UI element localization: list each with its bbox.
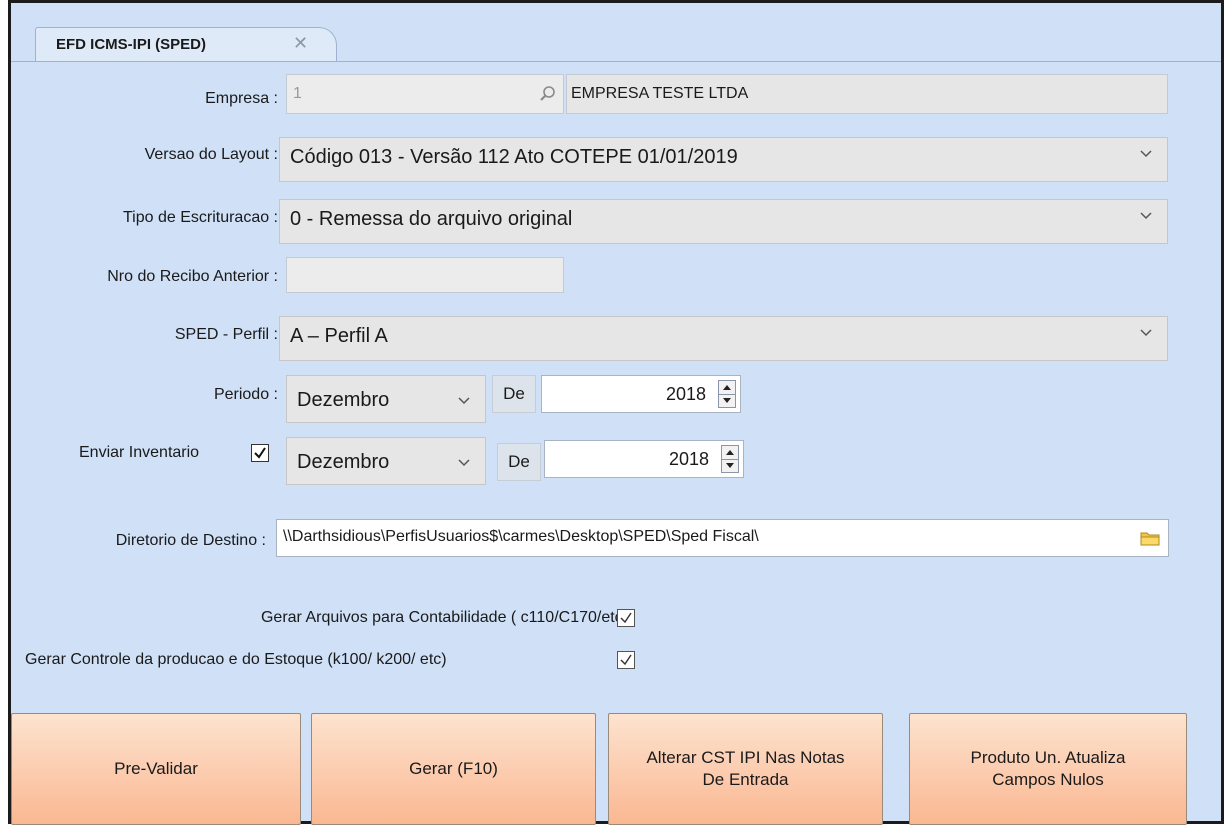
produto-atualiza-button[interactable]: Produto Un. Atualiza Campos Nulos — [909, 713, 1187, 825]
spin-up-icon[interactable] — [719, 381, 735, 395]
inventario-checkbox[interactable] — [251, 444, 269, 462]
inventario-de-label: De — [497, 443, 541, 481]
versao-select[interactable]: Código 013 - Versão 112 Ato COTEPE 01/01… — [279, 137, 1168, 182]
spin-down-icon[interactable] — [722, 459, 738, 472]
pre-validar-button[interactable]: Pre-Validar — [11, 713, 301, 825]
produto-label-line2: Campos Nulos — [992, 770, 1104, 789]
tab-label: EFD ICMS-IPI (SPED) — [56, 36, 207, 53]
versao-label: Versao do Layout : — [144, 146, 278, 163]
alterar-label-line1: Alterar CST IPI Nas Notas — [646, 748, 845, 767]
spin-up-icon[interactable] — [722, 446, 738, 460]
recibo-input[interactable] — [286, 257, 564, 293]
chevron-down-icon — [1140, 212, 1152, 220]
empresa-name-value: EMPRESA TESTE LTDA — [571, 85, 749, 102]
inventario-month-value: Dezembro — [297, 451, 390, 473]
diretorio-value: \\Darthsidious\PerfisUsuarios$\carmes\De… — [283, 528, 759, 545]
empresa-code-value: 1 — [293, 85, 302, 102]
gerar-label: Gerar (F10) — [409, 759, 498, 778]
contabilidade-checkbox[interactable] — [617, 609, 635, 627]
inventario-month-select[interactable]: Dezembro — [286, 437, 486, 485]
gerar-button[interactable]: Gerar (F10) — [311, 713, 596, 825]
periodo-month-value: Dezembro — [297, 389, 390, 411]
empresa-code-field[interactable]: 1 — [286, 74, 564, 114]
inventario-year-stepper[interactable]: 2018 — [544, 440, 744, 478]
diretorio-label: Diretorio de Destino : — [115, 532, 266, 549]
periodo-de-label: De — [492, 375, 536, 413]
checkbox-icon — [254, 447, 266, 459]
alterar-label-line2: De Entrada — [702, 770, 789, 789]
chevron-down-icon — [458, 459, 470, 467]
checkbox-icon — [620, 612, 632, 624]
tipo-select[interactable]: 0 - Remessa do arquivo original — [279, 199, 1168, 244]
tab-strip: EFD ICMS-IPI (SPED) ✕ — [11, 3, 1221, 62]
perfil-select[interactable]: A – Perfil A — [279, 316, 1168, 361]
perfil-label: SPED - Perfil : — [174, 326, 278, 343]
periodo-month-select[interactable]: Dezembro — [286, 375, 486, 423]
produto-label-line1: Produto Un. Atualiza — [970, 748, 1126, 767]
periodo-year-value: 2018 — [665, 384, 706, 404]
chevron-down-icon — [458, 397, 470, 405]
perfil-value: A – Perfil A — [290, 325, 388, 347]
producao-label: Gerar Controle da producao e do Estoque … — [25, 651, 447, 668]
chevron-down-icon — [1140, 150, 1152, 158]
year-spinner[interactable] — [721, 445, 739, 473]
producao-checkbox[interactable] — [617, 651, 635, 669]
inventario-year-value: 2018 — [668, 449, 709, 469]
spin-down-icon[interactable] — [719, 394, 735, 407]
diretorio-input[interactable]: \\Darthsidious\PerfisUsuarios$\carmes\De… — [276, 519, 1169, 557]
periodo-label: Periodo : — [213, 386, 278, 403]
pre-validar-label: Pre-Validar — [114, 759, 198, 778]
versao-value: Código 013 - Versão 112 Ato COTEPE 01/01… — [290, 146, 738, 168]
empresa-label: Empresa : — [205, 90, 278, 107]
year-spinner[interactable] — [718, 380, 736, 408]
chevron-down-icon — [1140, 329, 1152, 337]
folder-icon[interactable] — [1140, 529, 1160, 552]
search-icon[interactable] — [539, 85, 557, 108]
close-icon[interactable]: ✕ — [293, 33, 308, 54]
inventario-label: Enviar Inventario — [79, 444, 200, 461]
sped-window: EFD ICMS-IPI (SPED) ✕ Empresa : 1 EMPRES… — [8, 0, 1224, 825]
alterar-cst-ipi-button[interactable]: Alterar CST IPI Nas Notas De Entrada — [608, 713, 883, 825]
tab-efd-icms-ipi[interactable]: EFD ICMS-IPI (SPED) ✕ — [35, 27, 337, 62]
tab-divider — [11, 61, 1221, 62]
empresa-name-field: EMPRESA TESTE LTDA — [566, 74, 1168, 114]
contabilidade-label: Gerar Arquivos para Contabilidade ( c110… — [260, 609, 628, 626]
checkbox-icon — [620, 654, 632, 666]
periodo-year-stepper[interactable]: 2018 — [541, 375, 741, 413]
recibo-label: Nro do Recibo Anterior : — [107, 268, 278, 285]
tipo-label: Tipo de Escrituracao : — [122, 209, 278, 226]
tipo-value: 0 - Remessa do arquivo original — [290, 208, 573, 230]
